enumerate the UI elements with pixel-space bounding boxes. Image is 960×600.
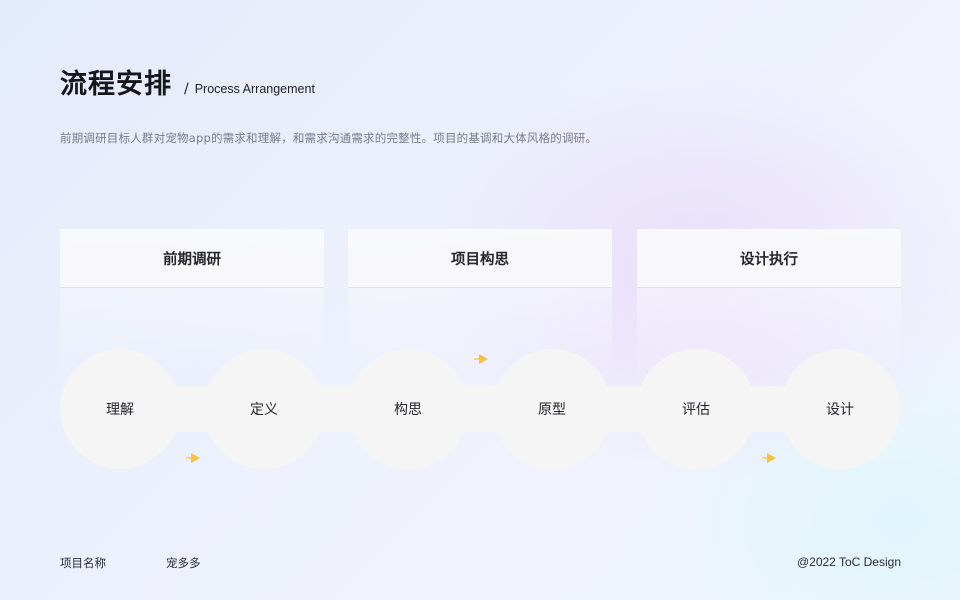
arrow-right-icon [474,354,488,364]
step-ideate: 构思 [394,402,422,418]
step-understand: 理解 [106,402,134,418]
copyright-text: @2022 ToC Design [796,555,901,569]
project-name-value: 宠多多 [166,556,201,570]
project-name-label: 项目名称 [60,556,106,570]
step-define: 定义 [250,402,278,418]
arrow-right-icon [186,453,200,463]
step-prototype: 原型 [538,402,566,418]
arrow-right-icon [762,453,776,463]
flow-chain [60,349,900,469]
step-design: 设计 [826,402,854,418]
step-evaluate: 评估 [682,402,710,418]
